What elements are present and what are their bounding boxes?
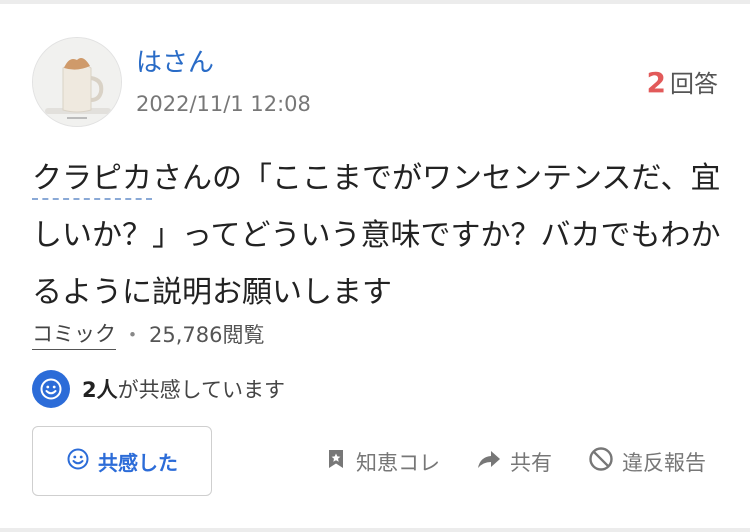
report-icon — [588, 446, 614, 477]
report-label: 違反報告 — [622, 450, 706, 475]
question-text: クラピカさんの「ここまでがワンセンテンスだ、宜しいか？」ってどういう意味ですか？… — [32, 150, 722, 321]
action-bar: 知恵コレ 共有 違反報告 — [324, 446, 706, 477]
share-button[interactable]: 共有 — [476, 447, 552, 477]
empathy-count: 2人 — [82, 378, 118, 402]
bookmark-label: 知恵コレ — [356, 450, 440, 475]
question-meta: コミック ・ 25,786閲覧 — [32, 318, 264, 350]
bookmark-icon — [324, 447, 348, 476]
top-divider — [0, 0, 750, 4]
view-count: 25,786閲覧 — [149, 323, 265, 347]
smile-icon — [32, 370, 70, 408]
bookmark-button[interactable]: 知恵コレ — [324, 447, 440, 477]
share-icon — [476, 447, 502, 476]
coffee-cup-image — [33, 38, 121, 126]
empathy-button-label: 共感した — [98, 450, 178, 475]
category-link[interactable]: コミック — [32, 318, 116, 350]
meta-separator: ・ — [122, 323, 143, 347]
avatar[interactable] — [32, 37, 122, 127]
bottom-divider — [0, 528, 750, 532]
username[interactable]: はさん — [136, 42, 214, 79]
empathy-suffix: が共感しています — [117, 378, 285, 402]
report-button[interactable]: 違反報告 — [588, 446, 706, 477]
answer-count-number: 2 — [646, 66, 666, 99]
empathy-summary: 2人 が共感しています — [32, 370, 285, 408]
empathy-button[interactable]: 共感した — [32, 426, 212, 496]
share-label: 共有 — [510, 450, 552, 475]
question-keyword-link[interactable]: クラピカ — [32, 161, 152, 200]
smile-icon — [66, 447, 90, 476]
post-timestamp: 2022/11/1 12:08 — [136, 92, 311, 116]
answer-count-label: 回答 — [670, 70, 718, 98]
answer-count[interactable]: 2 回答 — [647, 64, 718, 99]
